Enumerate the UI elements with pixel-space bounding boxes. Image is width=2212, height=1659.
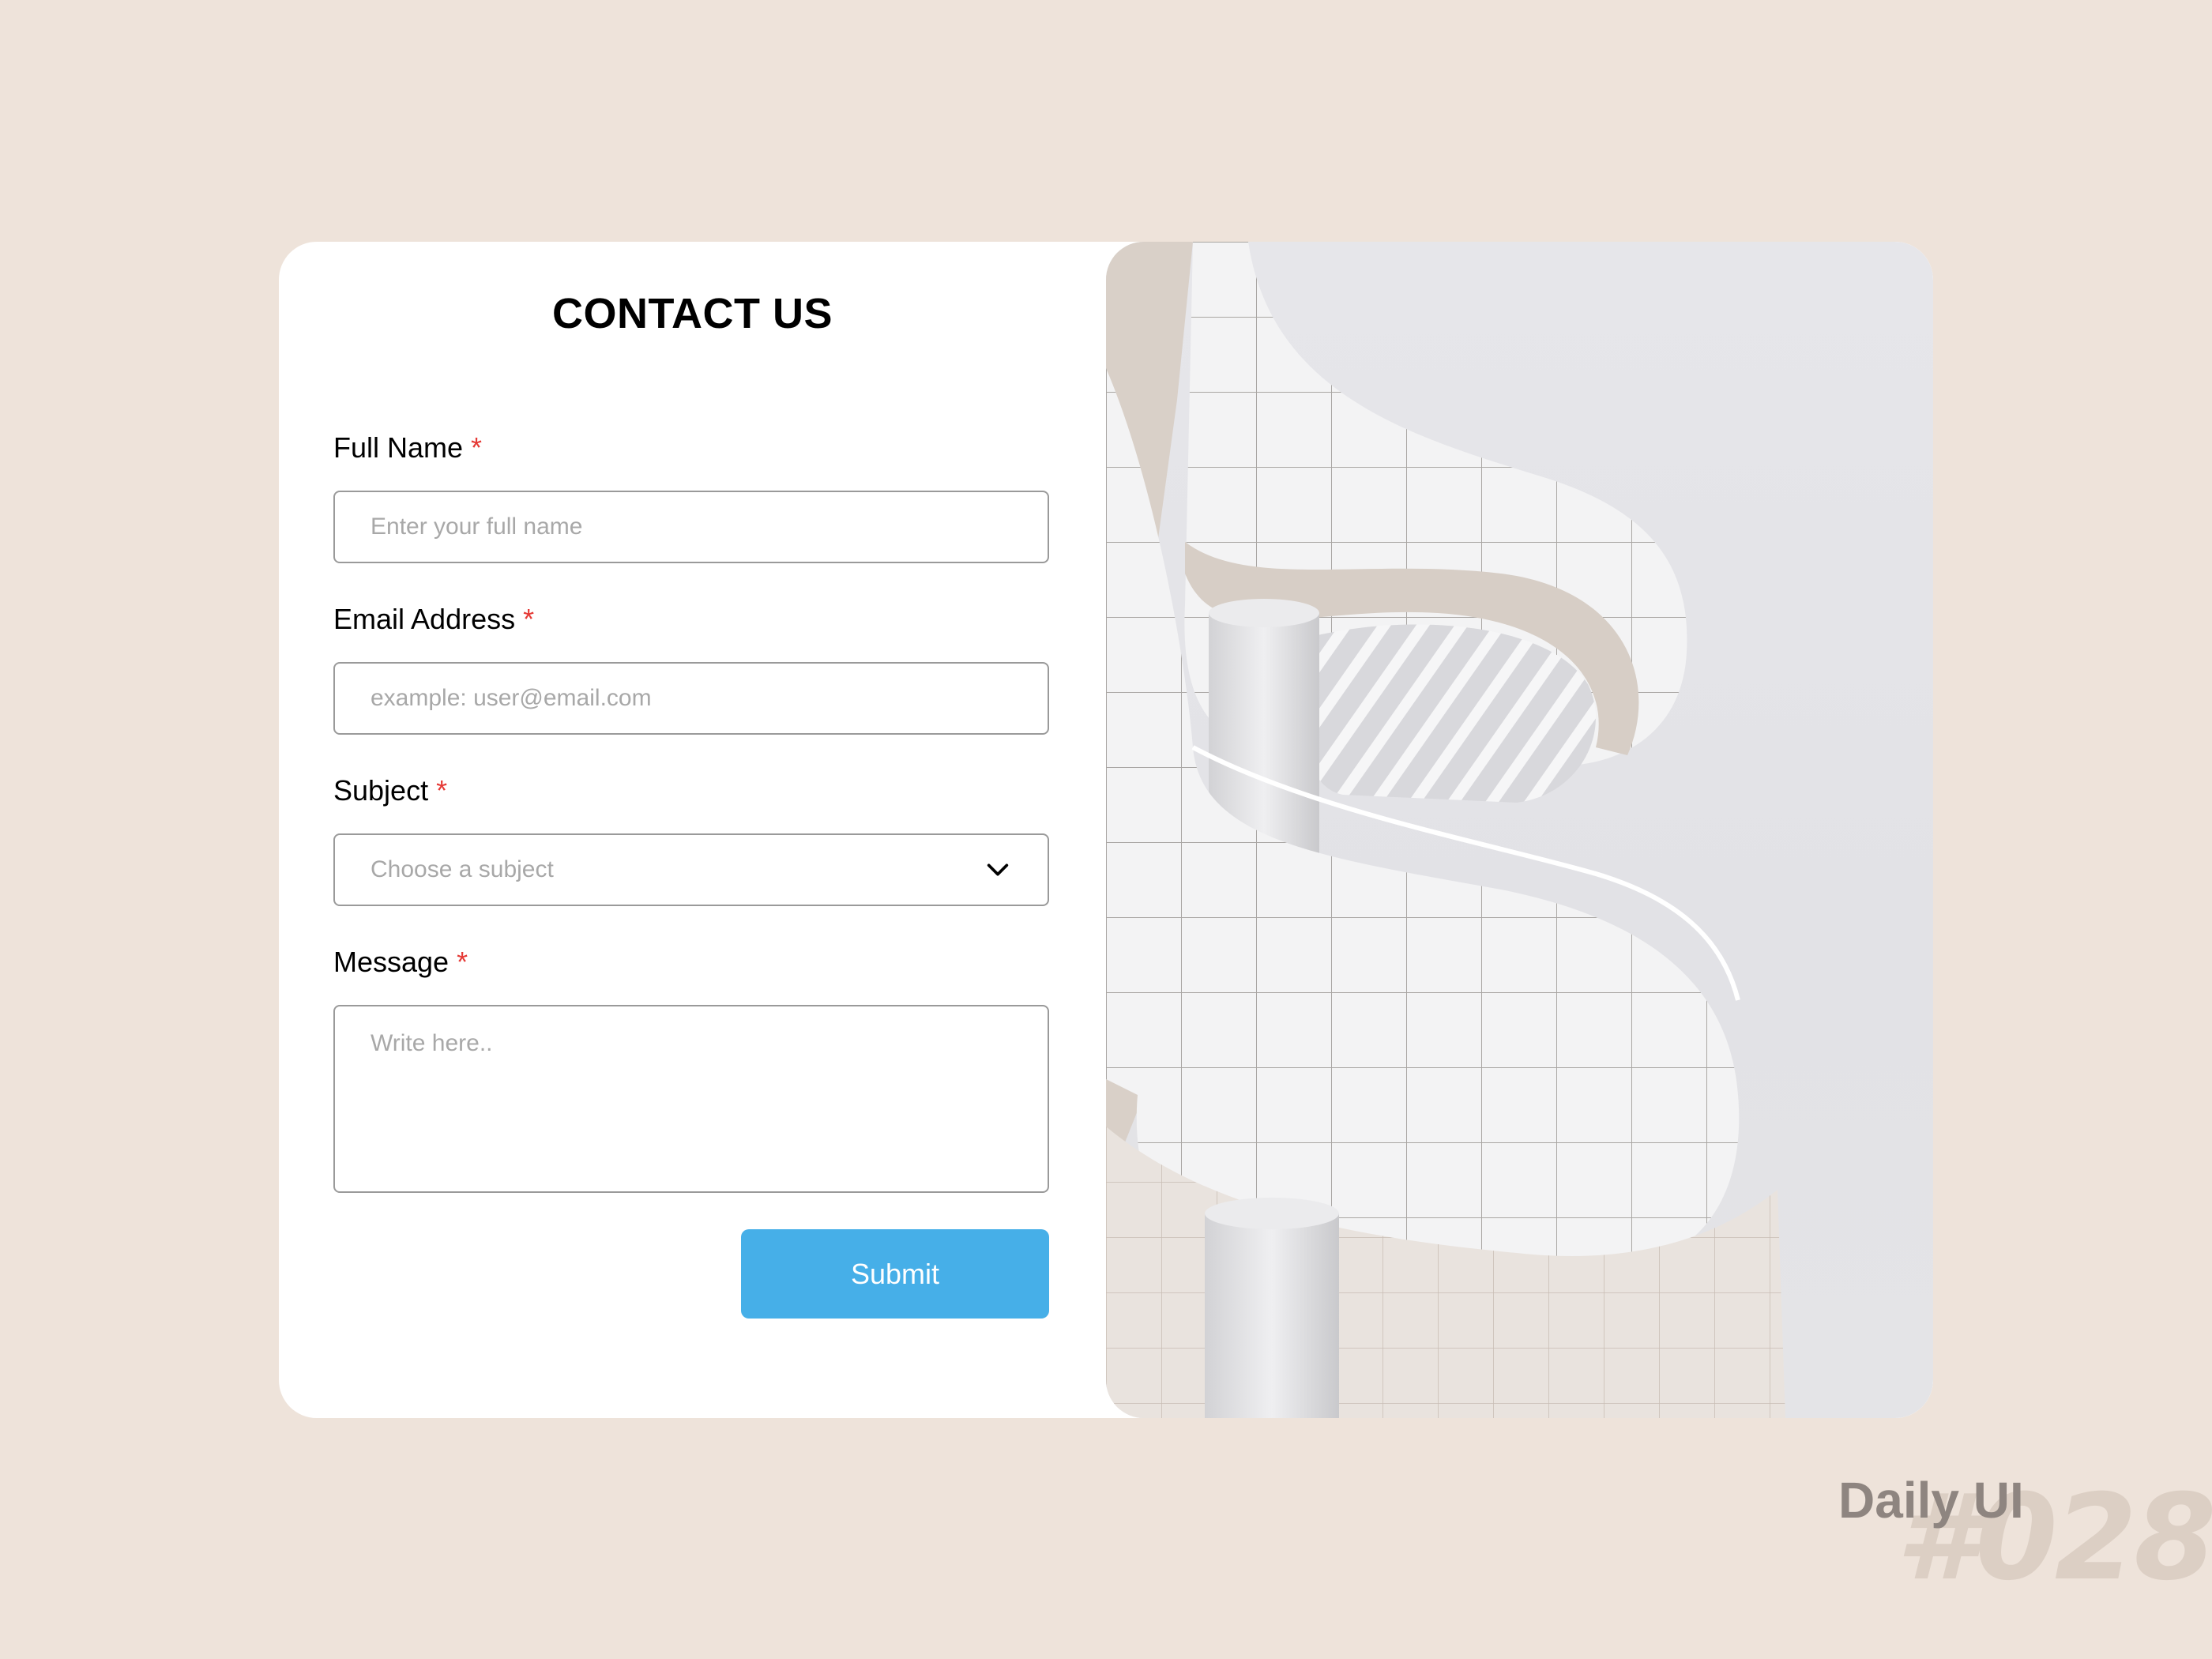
required-mark: * <box>523 603 535 635</box>
subject-label-text: Subject <box>333 774 429 807</box>
required-mark: * <box>457 946 468 978</box>
chevron-down-icon[interactable] <box>984 856 1011 883</box>
message-textarea[interactable]: Write here.. <box>333 1005 1049 1193</box>
full-name-input[interactable]: Enter your full name <box>333 491 1049 563</box>
page-title: CONTACT US <box>552 290 833 337</box>
daily-ui-label: Daily UI <box>1838 1472 2024 1529</box>
full-name-label: Full Name * <box>333 431 482 465</box>
architecture-image <box>1106 242 1933 1418</box>
subject-label: Subject * <box>333 774 447 807</box>
submit-button[interactable]: Submit <box>741 1229 1049 1319</box>
contact-form: CONTACT US Full Name * Enter your full na… <box>279 242 1106 1418</box>
message-label: Message * <box>333 946 468 979</box>
subject-placeholder: Choose a subject <box>371 856 554 882</box>
email-placeholder: example: user@email.com <box>371 685 652 711</box>
full-name-placeholder: Enter your full name <box>371 514 583 540</box>
required-mark: * <box>436 774 448 807</box>
email-label: Email Address * <box>333 603 534 636</box>
message-label-text: Message <box>333 946 450 978</box>
architecture-illustration <box>1106 242 1785 1418</box>
subject-select[interactable]: Choose a subject <box>333 833 1049 906</box>
required-mark: * <box>471 431 483 464</box>
email-label-text: Email Address <box>333 603 516 635</box>
email-input[interactable]: example: user@email.com <box>333 662 1049 735</box>
message-placeholder: Write here.. <box>371 1030 493 1056</box>
contact-card: CONTACT US Full Name * Enter your full na… <box>279 242 1933 1418</box>
full-name-label-text: Full Name <box>333 431 464 464</box>
